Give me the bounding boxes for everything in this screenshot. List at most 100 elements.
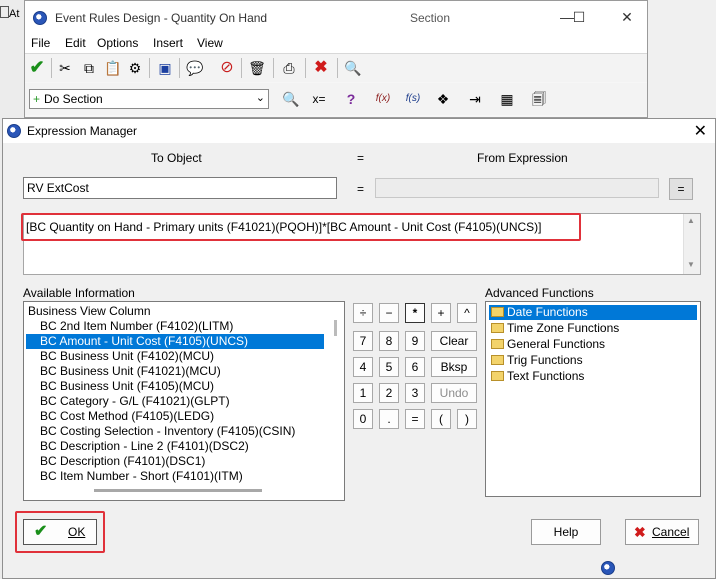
- list-item[interactable]: BC Business Unit (F41021)(MCU): [24, 364, 326, 379]
- paste-icon[interactable]: 📋: [103, 58, 123, 78]
- list-hscroll-thumb[interactable]: [94, 489, 262, 492]
- undo-button[interactable]: Undo: [431, 383, 477, 403]
- menu-view[interactable]: View: [197, 36, 223, 50]
- toolbar-main: ✔ ✂ ⧉ 📋 ⚙ ▣ 💬 ⊘ 🗑 ⎙ ✖ 🔍: [25, 53, 647, 82]
- decimal-button[interactable]: .: [379, 409, 399, 429]
- calendar-icon[interactable]: ▦: [497, 89, 517, 109]
- equals-key-button[interactable]: =: [405, 409, 425, 429]
- digit-9-button[interactable]: 9: [405, 331, 425, 351]
- disable-icon[interactable]: ⊘: [217, 58, 237, 78]
- to-object-field[interactable]: RV ExtCost: [23, 177, 337, 199]
- list-item[interactable]: BC Costing Selection - Inventory (F4105)…: [24, 424, 326, 439]
- toolbar-separator: [149, 58, 150, 78]
- background-window-label: At: [0, 6, 24, 20]
- equals-sign: =: [357, 182, 365, 196]
- copy-icon[interactable]: ⧉: [79, 58, 99, 78]
- digit-6-button[interactable]: 6: [405, 357, 425, 377]
- digit-2-button[interactable]: 2: [379, 383, 399, 403]
- folder-icon: [491, 307, 504, 317]
- clear-button[interactable]: Clear: [431, 331, 477, 351]
- list-vscroll-thumb[interactable]: [334, 320, 337, 336]
- scroll-up-icon[interactable]: ▲: [687, 216, 695, 225]
- from-expression-field: [375, 178, 659, 198]
- ok-button[interactable]: ✔ OK: [23, 519, 97, 545]
- maximize-icon[interactable]: ☐: [569, 9, 589, 26]
- paste-special-icon[interactable]: ⚙: [125, 58, 145, 78]
- minus-button[interactable]: −: [379, 303, 399, 323]
- plus-button[interactable]: +: [431, 303, 451, 323]
- expression-scrollbar[interactable]: ▲ ▼: [683, 214, 700, 274]
- menu-edit[interactable]: Edit: [65, 36, 86, 50]
- assignment-icon[interactable]: x=: [309, 89, 329, 109]
- close-icon[interactable]: ✕: [617, 9, 637, 26]
- digit-3-button[interactable]: 3: [405, 383, 425, 403]
- list-item[interactable]: BC Business Unit (F4102)(MCU): [24, 349, 326, 364]
- list-item[interactable]: BC Business Unit (F4105)(MCU): [24, 379, 326, 394]
- tree-item-general-functions[interactable]: General Functions: [489, 337, 605, 352]
- list-item[interactable]: BC Description (F4101)(DSC1): [24, 454, 326, 469]
- help-question-icon[interactable]: ?: [341, 89, 361, 109]
- delete-icon[interactable]: 🗑: [247, 58, 267, 78]
- dialog-close-icon[interactable]: ✕: [694, 121, 707, 141]
- folder-icon: [491, 371, 504, 381]
- advanced-functions-list[interactable]: Date Functions Time Zone Functions Gener…: [485, 301, 701, 497]
- cut-icon[interactable]: ✂: [55, 58, 75, 78]
- to-object-header: To Object: [151, 151, 202, 165]
- chevron-down-icon[interactable]: ⌄: [256, 91, 265, 104]
- comment-icon[interactable]: 💬: [185, 58, 205, 78]
- expression-manager-dialog: Expression Manager ✕ To Object = From Ex…: [2, 118, 716, 579]
- indent-icon[interactable]: ⇥: [465, 89, 485, 109]
- section-label: Section: [410, 11, 451, 25]
- open-paren-button[interactable]: (: [431, 409, 451, 429]
- tree-item-date-functions[interactable]: Date Functions: [489, 305, 697, 320]
- digit-7-button[interactable]: 7: [353, 331, 373, 351]
- business-function-icon[interactable]: ❖: [433, 89, 453, 109]
- cancel-x-icon[interactable]: ✖: [311, 58, 331, 78]
- tree-item-text-functions[interactable]: Text Functions: [489, 369, 584, 384]
- event-rules-title: Event Rules Design - Quantity On Hand: [55, 11, 268, 25]
- digit-8-button[interactable]: 8: [379, 331, 399, 351]
- list-item-selected[interactable]: BC Amount - Unit Cost (F4105)(UNCS): [26, 334, 324, 349]
- save-icon[interactable]: ▣: [155, 58, 175, 78]
- scroll-down-icon[interactable]: ▼: [687, 260, 695, 269]
- list-item[interactable]: BC Description - Line 2 (F4101)(DSC2): [24, 439, 326, 454]
- search-icon[interactable]: 🔍: [281, 89, 301, 109]
- toolbar-separator: [51, 58, 52, 78]
- toolbar-separator: [179, 58, 180, 78]
- cancel-button[interactable]: ✖ Cancel: [625, 519, 699, 545]
- digit-1-button[interactable]: 1: [353, 383, 373, 403]
- toolbar-secondary: + Do Section ⌄ 🔍 x= ? f(x) f(s) ❖ ⇥ ▦ 🗐: [25, 83, 647, 115]
- close-paren-button[interactable]: ): [457, 409, 477, 429]
- list-item[interactable]: BC 2nd Item Number (F4102)(LITM): [24, 319, 326, 334]
- folder-icon: [491, 355, 504, 365]
- system-function-icon[interactable]: f(s): [403, 89, 423, 109]
- equals-button[interactable]: =: [669, 178, 693, 200]
- checkmark-icon[interactable]: ✔: [27, 57, 47, 77]
- available-info-label: Available Information: [23, 286, 135, 300]
- multiply-button[interactable]: *: [405, 303, 425, 323]
- digit-5-button[interactable]: 5: [379, 357, 399, 377]
- list-item[interactable]: BC Cost Method (F4105)(LEDG): [24, 409, 326, 424]
- menu-file[interactable]: File: [31, 36, 50, 50]
- event-rules-title-bar: Event Rules Design - Quantity On Hand Se…: [25, 1, 647, 35]
- help-button[interactable]: Help: [531, 519, 601, 545]
- menu-options[interactable]: Options: [97, 36, 138, 50]
- digit-4-button[interactable]: 4: [353, 357, 373, 377]
- tree-item-time-zone-functions[interactable]: Time Zone Functions: [489, 321, 619, 336]
- list-item[interactable]: BC Category - G/L (F41021)(GLPT): [24, 394, 326, 409]
- toolbar-separator: [241, 58, 242, 78]
- tree-item-trig-functions[interactable]: Trig Functions: [489, 353, 583, 368]
- available-info-list[interactable]: Business View Column BC 2nd Item Number …: [23, 301, 345, 501]
- menu-insert[interactable]: Insert: [153, 36, 183, 50]
- divide-button[interactable]: ÷: [353, 303, 373, 323]
- power-button[interactable]: ^: [457, 303, 477, 323]
- report-icon[interactable]: 🗐: [529, 89, 549, 109]
- digit-0-button[interactable]: 0: [353, 409, 373, 429]
- backspace-button[interactable]: Bksp: [431, 357, 477, 377]
- function-icon[interactable]: f(x): [373, 89, 393, 109]
- section-combo[interactable]: + Do Section ⌄: [29, 89, 269, 109]
- print-icon[interactable]: ⎙: [279, 58, 299, 78]
- find-icon[interactable]: 🔍: [343, 58, 363, 78]
- list-item[interactable]: BC Item Number - Short (F4101)(ITM): [24, 469, 326, 484]
- menu-bar: File Edit Options Insert View: [25, 35, 647, 53]
